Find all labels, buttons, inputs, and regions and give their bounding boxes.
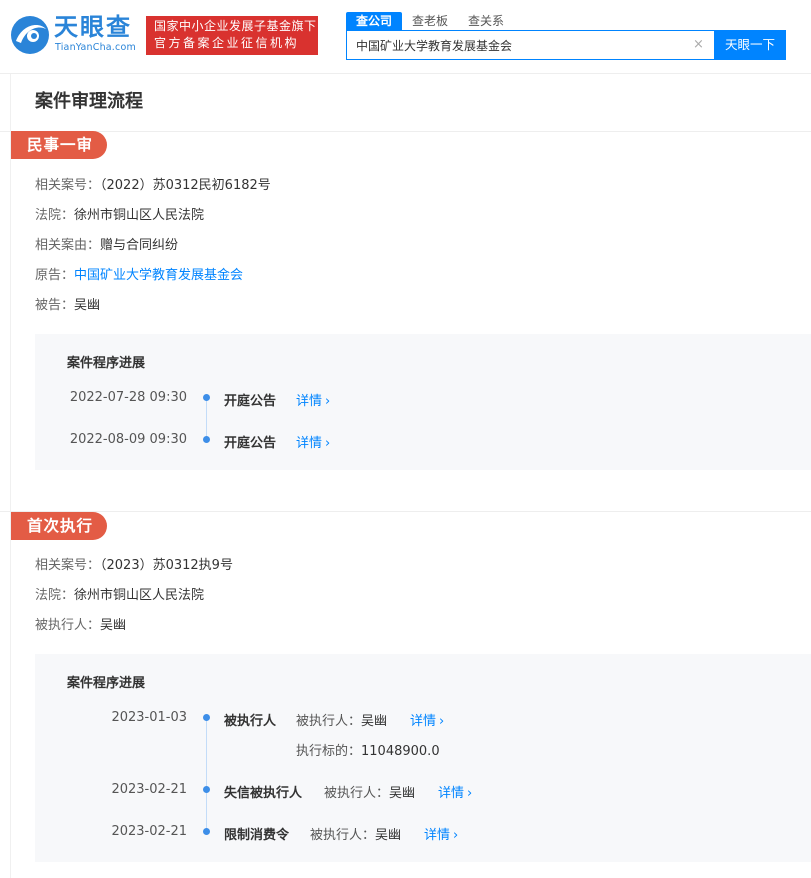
field-label: 原告： [35, 268, 75, 283]
slogan-line-2: 官方备案企业征信机构 [154, 36, 300, 50]
field-label: 被执行人： [35, 618, 101, 633]
case-progress-panel: 案件程序进展 2022-07-28 09:30 开庭公告 详情 › 2022-08… [35, 334, 811, 470]
field-defendant: 被告：吴幽 [35, 298, 100, 314]
tianyancha-logo-icon[interactable] [10, 15, 50, 55]
timeline-date: 2022-08-09 09:30 [69, 432, 187, 447]
field-label: 相关案号： [35, 558, 101, 573]
field-court: 法院：徐州市铜山区人民法院 [35, 208, 204, 224]
field-value: 徐州市铜山区人民法院 [74, 208, 205, 223]
tab-company[interactable]: 查公司 [346, 12, 403, 30]
field-label: 相关案号： [35, 178, 101, 193]
page-title: 案件审理流程 [35, 91, 143, 112]
field-value: （2022）苏0312民初6182号 [100, 178, 271, 193]
timeline-event: 被执行人 [224, 714, 277, 729]
detail-link-label: 详情 [424, 828, 451, 843]
detail-label: 被执行人： [310, 828, 376, 843]
section-tag-first-execution: 首次执行 [11, 512, 107, 540]
timeline-detail: 被执行人：吴幽 [324, 782, 415, 801]
progress-title: 案件程序进展 [67, 356, 146, 371]
field-executed-person: 被执行人：吴幽 [35, 618, 126, 634]
field-court: 法院：徐州市铜山区人民法院 [35, 588, 204, 604]
divider [0, 131, 811, 132]
detail-label: 被执行人： [324, 786, 390, 801]
search-button[interactable]: 天眼一下 [714, 30, 786, 60]
timeline-event: 失信被执行人 [224, 786, 303, 801]
timeline-dot-icon [203, 786, 210, 793]
timeline-date: 2023-02-21 [111, 824, 187, 839]
chevron-right-icon: › [453, 828, 459, 843]
detail-link[interactable]: 详情 › [410, 710, 444, 729]
timeline-event: 开庭公告 [224, 394, 277, 409]
timeline-dot-icon [203, 828, 210, 835]
detail-link-label: 详情 [296, 394, 323, 409]
field-label: 相关案由： [35, 238, 101, 253]
plaintiff-link[interactable]: 中国矿业大学教育发展基金会 [74, 268, 243, 283]
slogan-line-1: 国家中小企业发展子基金旗下 [154, 19, 317, 33]
chevron-right-icon: › [439, 714, 445, 729]
field-value: 吴幽 [100, 618, 127, 633]
chevron-right-icon: › [325, 436, 331, 451]
detail-label: 被执行人： [296, 714, 362, 729]
top-header: 天眼查 TianYanCha.com 国家中小企业发展子基金旗下 官方备案企业征… [0, 0, 811, 74]
field-value: 吴幽 [74, 298, 101, 313]
detail-link[interactable]: 详情 › [424, 824, 458, 843]
tab-relation[interactable]: 查关系 [458, 12, 514, 30]
timeline-detail: 被执行人：吴幽 [296, 710, 387, 729]
detail-value: 吴幽 [361, 714, 388, 729]
detail-link-label: 详情 [410, 714, 437, 729]
logo-subtitle: TianYanCha.com [55, 42, 136, 53]
progress-title: 案件程序进展 [67, 676, 146, 691]
field-value: 徐州市铜山区人民法院 [74, 588, 205, 603]
detail-value: 吴幽 [389, 786, 416, 801]
section-tag-civil-first-instance: 民事一审 [11, 131, 107, 159]
detail-value: 吴幽 [375, 828, 402, 843]
field-value: 赠与合同纠纷 [100, 238, 179, 253]
timeline-detail: 被执行人：吴幽 [310, 824, 401, 843]
field-plaintiff: 原告：中国矿业大学教育发展基金会 [35, 268, 243, 284]
timeline-line [206, 397, 207, 439]
logo-text[interactable]: 天眼查 [54, 13, 132, 41]
timeline-dot-icon [203, 436, 210, 443]
clear-icon[interactable]: × [693, 37, 704, 52]
timeline-event: 限制消费令 [224, 828, 290, 843]
left-border [10, 74, 11, 878]
chevron-right-icon: › [467, 786, 473, 801]
detail-value: 11048900.0 [361, 744, 440, 759]
detail-label: 执行标的： [296, 744, 362, 759]
detail-link[interactable]: 详情 › [296, 432, 330, 451]
timeline-dot-icon [203, 394, 210, 401]
timeline-event: 开庭公告 [224, 436, 277, 451]
search-tabs: 查公司 查老板 查关系 [346, 12, 514, 30]
field-label: 被告： [35, 298, 75, 313]
detail-link-label: 详情 [438, 786, 465, 801]
field-value: （2023）苏0312执9号 [100, 558, 233, 573]
detail-link[interactable]: 详情 › [438, 782, 472, 801]
detail-link[interactable]: 详情 › [296, 390, 330, 409]
divider [0, 511, 811, 512]
field-case-number: 相关案号：（2023）苏0312执9号 [35, 558, 233, 574]
chevron-right-icon: › [325, 394, 331, 409]
timeline-date: 2023-01-03 [111, 710, 187, 725]
field-case-cause: 相关案由：赠与合同纠纷 [35, 238, 178, 254]
search-input[interactable] [347, 31, 714, 59]
detail-link-label: 详情 [296, 436, 323, 451]
field-label: 法院： [35, 588, 75, 603]
timeline-date: 2023-02-21 [111, 782, 187, 797]
timeline-date: 2022-07-28 09:30 [69, 390, 187, 405]
slogan-badge: 国家中小企业发展子基金旗下 官方备案企业征信机构 [146, 16, 318, 55]
timeline-dot-icon [203, 714, 210, 721]
timeline-extra-detail: 执行标的：11048900.0 [296, 740, 440, 759]
field-case-number: 相关案号：（2022）苏0312民初6182号 [35, 178, 271, 194]
timeline-line [206, 717, 207, 831]
search-box: × 天眼一下 [346, 30, 786, 60]
field-label: 法院： [35, 208, 75, 223]
tab-boss[interactable]: 查老板 [402, 12, 458, 30]
case-progress-panel: 案件程序进展 2023-01-03 被执行人 被执行人：吴幽 详情 › 执行标的：… [35, 654, 811, 862]
